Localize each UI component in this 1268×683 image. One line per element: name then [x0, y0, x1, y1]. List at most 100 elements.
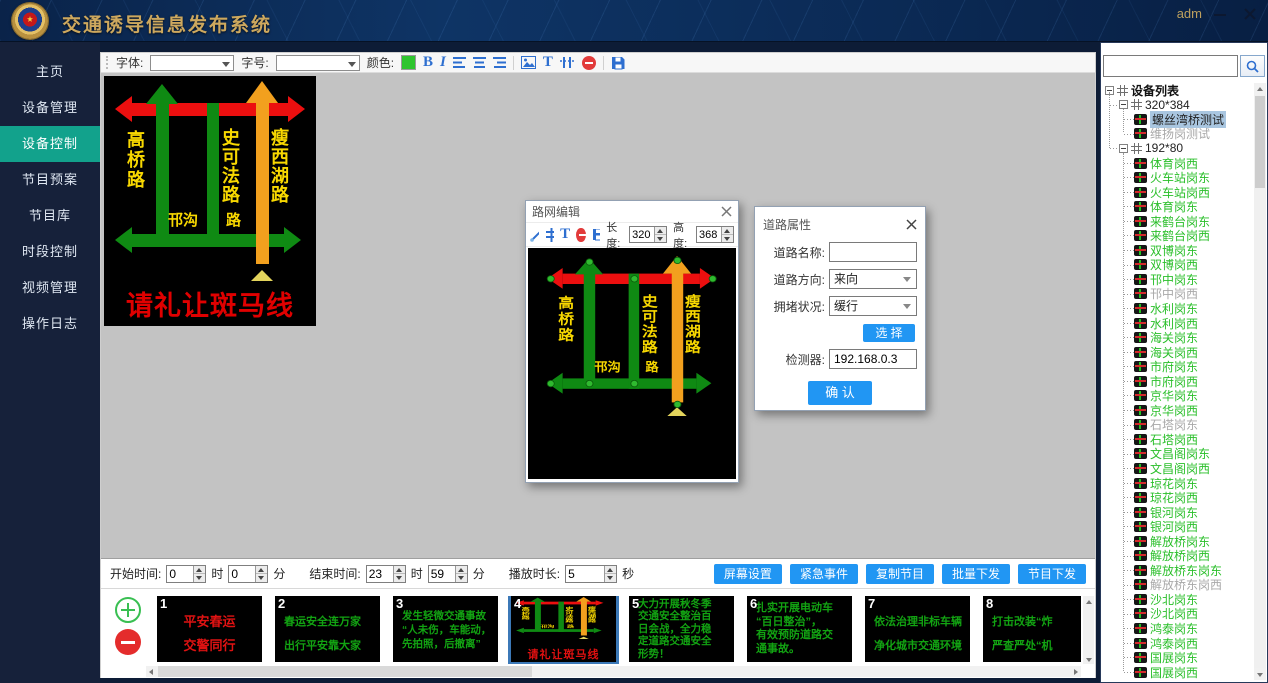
scroll-down-button[interactable] [1083, 653, 1094, 664]
delete-item-icon[interactable] [576, 228, 585, 242]
height-spinner[interactable] [696, 226, 734, 243]
select-button[interactable]: 选 择 [863, 324, 915, 342]
playlist-thumbnail[interactable]: 2春运安全连万家出行平安靠大家 [275, 596, 380, 662]
device-tree-scrollbar[interactable] [1254, 83, 1266, 680]
start-hour-spinner[interactable] [166, 565, 206, 583]
end-min-input[interactable] [429, 566, 455, 582]
draw-line-icon[interactable] [530, 228, 539, 242]
playlist-thumbnail[interactable]: 1平安春运交警同行 [157, 596, 262, 662]
tree-row[interactable]: 维扬岗测试 [1103, 127, 1254, 142]
sidebar-item[interactable]: 设备管理 [0, 90, 100, 126]
road-direction-select[interactable]: 来向 [829, 269, 917, 289]
props-close-button[interactable] [906, 219, 917, 230]
spinner-arrows[interactable] [721, 227, 733, 242]
spinner-arrows[interactable] [393, 566, 405, 582]
font-family-select[interactable] [150, 55, 234, 71]
playlist-thumbnail[interactable]: 7依法治理非标车辆净化城市交通环境 [865, 596, 970, 662]
action-button[interactable]: 紧急事件 [790, 564, 858, 584]
bold-button[interactable]: B [423, 55, 433, 70]
spinner-arrows[interactable] [193, 566, 205, 582]
scroll-up-button[interactable] [1083, 596, 1094, 607]
action-button[interactable]: 批量下发 [942, 564, 1010, 584]
playlist-thumbnail[interactable]: 6扎实开展电动车“百日整治”，有效预防道路交通事故。 [747, 596, 852, 662]
green-arrowhead-right [284, 227, 301, 253]
congestion-select[interactable]: 缓行 [829, 296, 917, 316]
roadnet-canvas[interactable]: 高桥路史可法路瘦西湖路邗沟路 [528, 248, 736, 479]
scroll-up-button[interactable] [1254, 83, 1266, 95]
start-time-label: 开始时间: [110, 565, 161, 582]
playlist-thumbnail[interactable]: 4高桥路史可法路瘦西湖路邗沟路请礼让斑马线 [511, 596, 616, 662]
text-tool-button[interactable]: T [560, 227, 570, 242]
start-min-spinner[interactable] [228, 565, 268, 583]
action-button[interactable]: 屏幕设置 [714, 564, 782, 584]
sidebar-item[interactable]: 主页 [0, 54, 100, 90]
length-input[interactable] [630, 227, 654, 242]
scrollbar-thumb[interactable] [158, 666, 532, 677]
confirm-button[interactable]: 确 认 [808, 381, 872, 405]
add-program-button[interactable] [115, 597, 141, 623]
align-center-icon[interactable] [473, 57, 486, 68]
save-icon[interactable] [592, 228, 601, 241]
device-search-input[interactable] [1103, 55, 1238, 77]
tree-row[interactable]: 国展岗西 [1103, 665, 1254, 680]
sidebar-item[interactable]: 节目库 [0, 198, 100, 234]
align-left-icon[interactable] [453, 57, 466, 68]
add-road-icon[interactable] [545, 228, 554, 242]
thumbnail-number: 5 [632, 596, 639, 611]
italic-button[interactable]: I [440, 55, 446, 70]
collapse-toggle-icon[interactable] [1119, 100, 1128, 109]
sign-preview[interactable]: 高桥路史可法路瘦西湖路邗沟路请礼让斑马线 [104, 76, 316, 326]
spinner-arrows[interactable] [604, 566, 616, 582]
length-spinner[interactable] [629, 226, 667, 243]
roadnet-close-button[interactable] [721, 206, 732, 217]
road-network-icon[interactable] [560, 56, 575, 69]
device-panel: 设备列表320*384螺丝湾桥测试维扬岗测试192*80体育岗西火车站岗东火车站… [1100, 42, 1268, 683]
sidebar-item[interactable]: 节目预案 [0, 162, 100, 198]
sidebar-item[interactable]: 操作日志 [0, 306, 100, 342]
playlist-vscrollbar[interactable] [1083, 596, 1094, 664]
text-tool-button[interactable]: T [543, 55, 553, 70]
scrollbar-thumb[interactable] [1255, 96, 1265, 188]
start-min-input[interactable] [229, 566, 255, 582]
remove-program-button[interactable] [115, 629, 141, 655]
font-size-select[interactable] [276, 55, 360, 71]
start-hour-input[interactable] [167, 566, 193, 582]
insert-image-icon[interactable] [521, 56, 536, 69]
end-min-spinner[interactable] [428, 565, 468, 583]
playlist-thumbnail[interactable]: 3发生轻微交通事故“人未伤，车能动，先拍照，后撤离” [393, 596, 498, 662]
minimize-button[interactable] [1210, 4, 1230, 24]
green-mid-bar [207, 103, 219, 247]
duration-input[interactable] [566, 566, 604, 582]
end-hour-input[interactable] [367, 566, 393, 582]
collapse-toggle-icon[interactable] [1119, 144, 1128, 153]
sidebar-item[interactable]: 视频管理 [0, 270, 100, 306]
playlist-thumbnail[interactable]: 5大力开展秋冬季交通安全整治百日会战，全力稳定道路交通安全形势！ [629, 596, 734, 662]
device-search-button[interactable] [1240, 55, 1265, 77]
color-swatch[interactable] [401, 55, 416, 70]
close-window-button[interactable] [1240, 4, 1260, 24]
align-right-icon[interactable] [493, 57, 506, 68]
road-sign: 高桥路史可法路瘦西湖路邗沟路请礼让斑马线 [104, 76, 316, 326]
sidebar-item[interactable]: 设备控制 [0, 126, 100, 162]
tree-row[interactable]: 设备列表 [1103, 83, 1254, 98]
duration-spinner[interactable] [565, 565, 617, 583]
spinner-arrows[interactable] [455, 566, 467, 582]
scroll-right-button[interactable] [1069, 666, 1081, 677]
action-button[interactable]: 复制节目 [866, 564, 934, 584]
detector-input[interactable] [829, 349, 917, 369]
spinner-arrows[interactable] [255, 566, 267, 582]
end-hour-spinner[interactable] [366, 565, 406, 583]
playlist-hscrollbar[interactable] [146, 666, 1081, 677]
playlist-thumbnail[interactable]: 8打击改装“炸严查严处“机 [983, 596, 1081, 662]
sidebar-item[interactable]: 时段控制 [0, 234, 100, 270]
scroll-down-button[interactable] [1254, 668, 1266, 680]
toolbar-grip[interactable] [106, 56, 109, 69]
scroll-left-button[interactable] [146, 666, 158, 677]
road-name-input[interactable] [829, 242, 917, 262]
delete-item-icon[interactable] [582, 56, 596, 70]
spinner-arrows[interactable] [654, 227, 666, 242]
device-icon [1134, 652, 1147, 663]
action-button[interactable]: 节目下发 [1018, 564, 1086, 584]
save-icon[interactable] [611, 56, 625, 70]
height-input[interactable] [697, 227, 721, 242]
